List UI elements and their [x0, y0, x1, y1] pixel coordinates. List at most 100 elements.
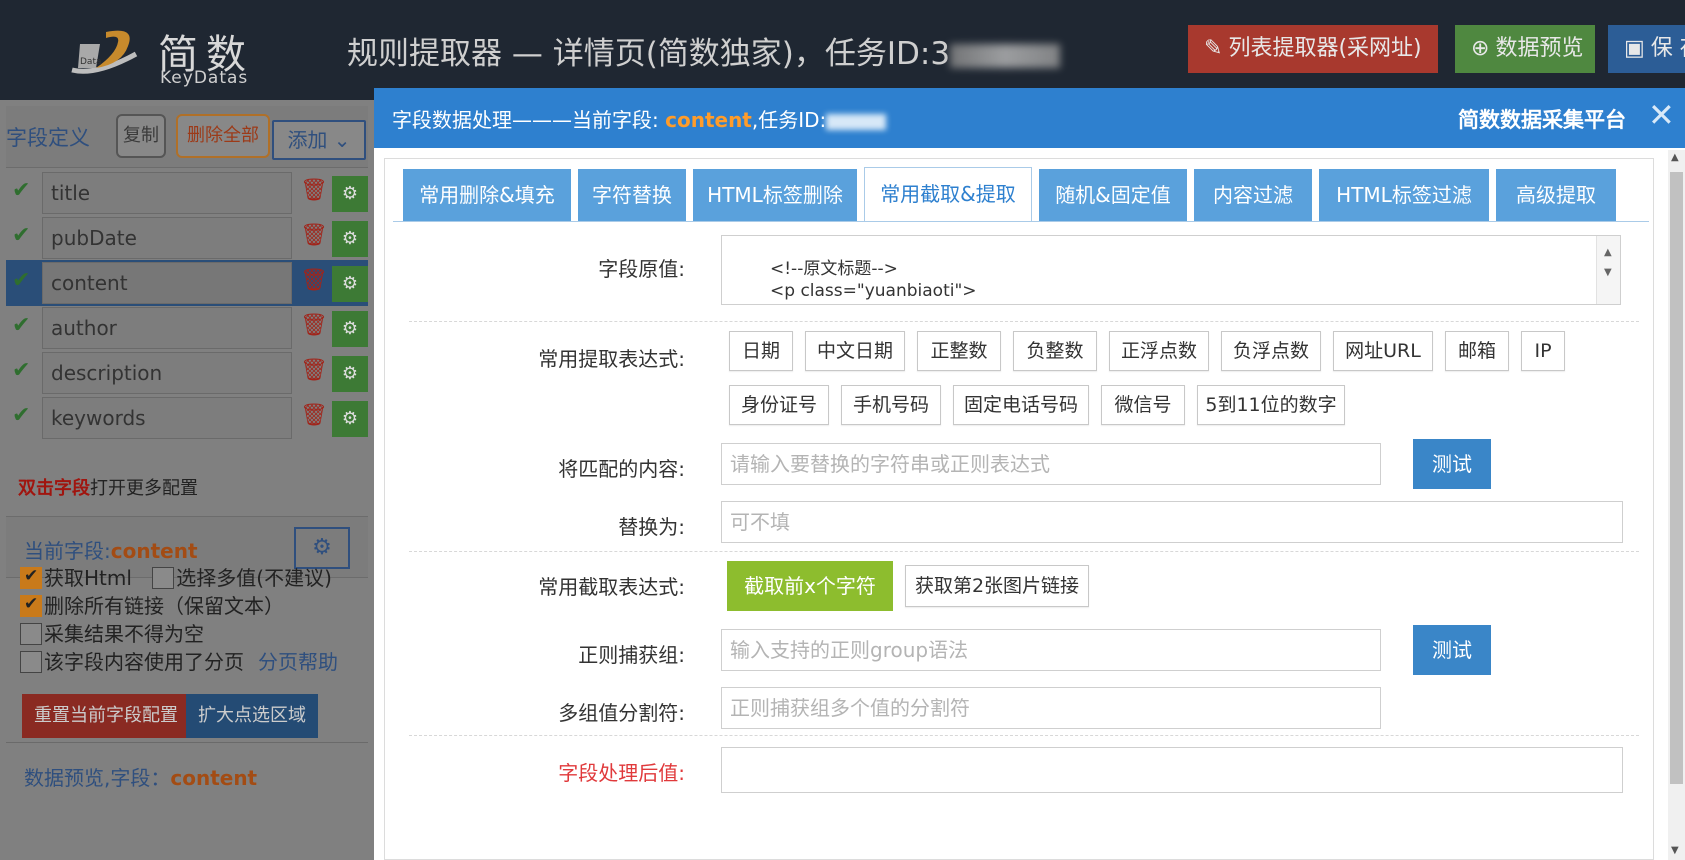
reset-field-button[interactable]: 重置当前字段配置 [22, 694, 190, 738]
remove-links-option[interactable]: 删除所有链接（保留文本） [20, 590, 284, 619]
field-name[interactable]: title [42, 172, 292, 214]
checkbox[interactable] [152, 567, 175, 589]
checkbox-checked[interactable] [20, 566, 42, 589]
gear-icon[interactable]: ⚙ [332, 356, 368, 392]
match-label: 将匹配的内容: [558, 457, 685, 481]
chip-wechat[interactable]: 微信号 [1101, 385, 1185, 425]
gear-icon[interactable]: ⚙ [332, 311, 368, 347]
cut-first-x-button[interactable]: 截取前x个字符 [727, 561, 893, 611]
delete-all-button[interactable]: 删除全部 [176, 114, 270, 158]
arrow-up-icon[interactable]: ▲ [1604, 242, 1612, 264]
gear-icon[interactable]: ⚙ [332, 401, 368, 437]
field-row-title[interactable]: ✔ title 🗑 ⚙ [6, 170, 368, 216]
tab-html-tag-delete[interactable]: HTML标签删除 [693, 169, 857, 221]
chip-mobile[interactable]: 手机号码 [841, 385, 941, 425]
chip-cn-date[interactable]: 中文日期 [805, 331, 905, 371]
raw-line: <p class="yuanbiaoti"> [770, 281, 977, 301]
zoom-icon: ⊕ [1471, 36, 1490, 61]
trash-icon[interactable]: 🗑 [300, 358, 328, 388]
replace-input[interactable]: 可不填 [721, 501, 1623, 543]
tab-underline [393, 221, 1649, 222]
tab-advanced-extract[interactable]: 高级提取 [1496, 169, 1616, 221]
chip-date[interactable]: 日期 [729, 331, 793, 371]
group-test-button[interactable]: 测试 [1413, 625, 1491, 675]
field-row-author[interactable]: ✔ author 🗑 ⚙ [6, 305, 368, 351]
field-name[interactable]: author [42, 307, 292, 349]
dialog-scrollbar[interactable]: ▲ ▼ [1668, 150, 1685, 860]
list-extractor-button[interactable]: ✎ 列表提取器(采网址) [1188, 25, 1438, 73]
expand-area-button[interactable]: 扩大点选区域 [186, 694, 318, 738]
gear-icon[interactable]: ⚙ [332, 176, 368, 212]
field-row-keywords[interactable]: ✔ keywords 🗑 ⚙ [6, 395, 368, 441]
arrow-down-icon[interactable]: ▼ [1604, 262, 1612, 284]
raw-value-label: 字段原值: [598, 257, 685, 281]
field-name[interactable]: description [42, 352, 292, 394]
chip-negative-int[interactable]: 负整数 [1013, 331, 1097, 371]
second-image-link-button[interactable]: 获取第2张图片链接 [905, 565, 1089, 607]
pagination-help-link[interactable]: 分页帮助 [258, 650, 338, 674]
section-divider [409, 735, 1639, 736]
result-textarea[interactable] [721, 747, 1623, 793]
checkbox[interactable] [20, 623, 42, 645]
get-html-option[interactable]: 获取Html [20, 566, 132, 590]
chip-id-card[interactable]: 身份证号 [729, 385, 829, 425]
field-name[interactable]: content [42, 262, 292, 304]
regex-group-label: 正则捕获组: [578, 643, 685, 667]
trash-icon[interactable]: 🗑 [300, 313, 328, 343]
tab-html-tag-filter[interactable]: HTML标签过滤 [1319, 169, 1489, 221]
not-empty-option[interactable]: 采集结果不得为空 [20, 618, 204, 647]
redaction-mask [826, 113, 887, 130]
trash-icon[interactable]: 🗑 [300, 178, 328, 208]
chip-positive-float[interactable]: 正浮点数 [1109, 331, 1209, 371]
arrow-up-icon[interactable]: ▲ [1671, 152, 1679, 163]
trash-icon[interactable]: 🗑 [300, 223, 328, 253]
section-divider [409, 551, 1639, 552]
checkbox-checked[interactable] [20, 594, 42, 617]
sidebar-header: 字段定义 复制 删除全部 添加 ⌄ [6, 106, 368, 168]
chip-email[interactable]: 邮箱 [1445, 331, 1509, 371]
check-icon: ✔ [12, 313, 31, 338]
scrollbar-thumb[interactable] [1670, 172, 1683, 784]
pagination-option[interactable]: 该字段内容使用了分页 分页帮助 [20, 646, 338, 675]
svg-text:Data: Data [80, 57, 102, 67]
chip-ip[interactable]: IP [1521, 331, 1565, 371]
close-icon[interactable]: ✕ [1648, 96, 1675, 134]
field-name[interactable]: keywords [42, 397, 292, 439]
match-input[interactable]: 请输入要替换的字符串或正则表达式 [721, 443, 1381, 485]
arrow-down-icon[interactable]: ▼ [1671, 845, 1679, 856]
tab-char-replace[interactable]: 字符替换 [578, 169, 686, 221]
add-field-dropdown[interactable]: 添加 ⌄ [272, 120, 366, 160]
gear-icon[interactable]: ⚙ [332, 221, 368, 257]
tab-content-filter[interactable]: 内容过滤 [1194, 169, 1312, 221]
chip-positive-int[interactable]: 正整数 [917, 331, 1001, 371]
separator-input[interactable]: 正则捕获组多个值的分割符 [721, 687, 1381, 729]
tab-random-fixed[interactable]: 随机&固定值 [1039, 169, 1187, 221]
chip-landline[interactable]: 固定电话号码 [953, 385, 1089, 425]
trash-icon[interactable]: 🗑 [300, 268, 328, 298]
platform-brand: 简数数据采集平台 [1458, 108, 1626, 132]
data-preview-button[interactable]: ⊕ 数据预览 [1455, 25, 1595, 73]
save-button[interactable]: ▣保 存 [1608, 25, 1685, 73]
field-name[interactable]: pubDate [42, 217, 292, 259]
trash-icon[interactable]: 🗑 [300, 403, 328, 433]
gear-icon[interactable]: ⚙ [332, 266, 368, 302]
tab-cut-extract[interactable]: 常用截取&提取 [864, 167, 1032, 221]
field-row-content[interactable]: ✔ content 🗑 ⚙ [6, 260, 368, 306]
chip-url[interactable]: 网址URL [1333, 331, 1433, 371]
tab-delete-fill[interactable]: 常用删除&填充 [403, 169, 571, 221]
raw-value-textarea[interactable]: <!--原文标题--> <p class="yuanbiaoti"> ▲ ▼ [721, 235, 1621, 305]
chip-negative-float[interactable]: 负浮点数 [1221, 331, 1321, 371]
regex-group-input[interactable]: 输入支持的正则group语法 [721, 629, 1381, 671]
sidebar-title: 字段定义 [6, 126, 90, 150]
check-icon: ✔ [12, 178, 31, 203]
field-row-description[interactable]: ✔ description 🗑 ⚙ [6, 350, 368, 396]
copy-button[interactable]: 复制 [116, 114, 166, 158]
chip-5-11-digits[interactable]: 5到11位的数字 [1197, 385, 1345, 425]
raw-line: <!--原文标题--> [770, 259, 898, 279]
textarea-scrollbar[interactable]: ▲ ▼ [1596, 236, 1620, 304]
checkbox[interactable] [20, 651, 42, 673]
field-row-pubdate[interactable]: ✔ pubDate 🗑 ⚙ [6, 215, 368, 261]
result-label: 字段处理后值: [558, 761, 685, 785]
match-test-button[interactable]: 测试 [1413, 439, 1491, 489]
multi-value-option[interactable]: 选择多值(不建议) [152, 566, 332, 590]
